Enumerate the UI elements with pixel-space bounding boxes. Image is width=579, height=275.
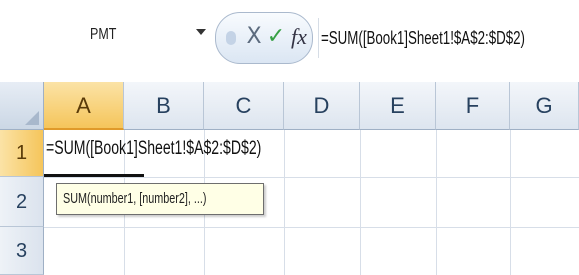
- column-header-g[interactable]: G: [510, 82, 579, 130]
- formula-input[interactable]: =SUM([Book1]Sheet1!$A$2:$D$2): [318, 18, 578, 58]
- column-header-a[interactable]: A: [44, 82, 124, 130]
- grid-line: [44, 177, 579, 178]
- grid-line: [360, 130, 361, 275]
- insert-function-button[interactable]: fx: [290, 23, 308, 51]
- name-box[interactable]: PMT: [12, 20, 212, 54]
- formula-bar: PMT X ✓ fx =SUM([Book1]Sheet1!$A$2:$D$2): [0, 0, 579, 82]
- spreadsheet-grid: A B C D E F G 1 2 3 =SUM([Book1]Sheet1!$…: [0, 82, 579, 275]
- column-header-b[interactable]: B: [124, 82, 204, 130]
- formula-text: =SUM([Book1]Sheet1!$A$2:$D$2): [321, 28, 525, 48]
- row-header-3[interactable]: 3: [0, 227, 44, 275]
- grid-line: [44, 227, 579, 228]
- row-header-1[interactable]: 1: [0, 130, 44, 177]
- cancel-button[interactable]: X: [244, 23, 264, 51]
- formula-buttons: X ✓ fx: [215, 12, 313, 64]
- grid-line: [284, 130, 285, 275]
- row-header-2[interactable]: 2: [0, 177, 44, 227]
- name-box-value: PMT: [90, 26, 117, 43]
- function-tooltip[interactable]: SUM(number1, [number2], ...): [56, 183, 264, 215]
- cell-a1-content: =SUM([Book1]Sheet1!$A$2:$D$2): [46, 138, 262, 159]
- select-all-button[interactable]: [0, 82, 44, 130]
- function-tooltip-text: SUM(number1, [number2], ...): [63, 190, 207, 207]
- grid-line: [436, 130, 437, 275]
- grip-icon: [226, 31, 236, 45]
- column-header-d[interactable]: D: [284, 82, 360, 130]
- column-header-e[interactable]: E: [360, 82, 436, 130]
- grid-line: [510, 130, 511, 275]
- enter-button[interactable]: ✓: [266, 23, 286, 51]
- select-all-icon: [25, 111, 39, 125]
- column-header-f[interactable]: F: [436, 82, 510, 130]
- column-header-c[interactable]: C: [204, 82, 284, 130]
- name-box-dropdown-icon[interactable]: [196, 29, 206, 35]
